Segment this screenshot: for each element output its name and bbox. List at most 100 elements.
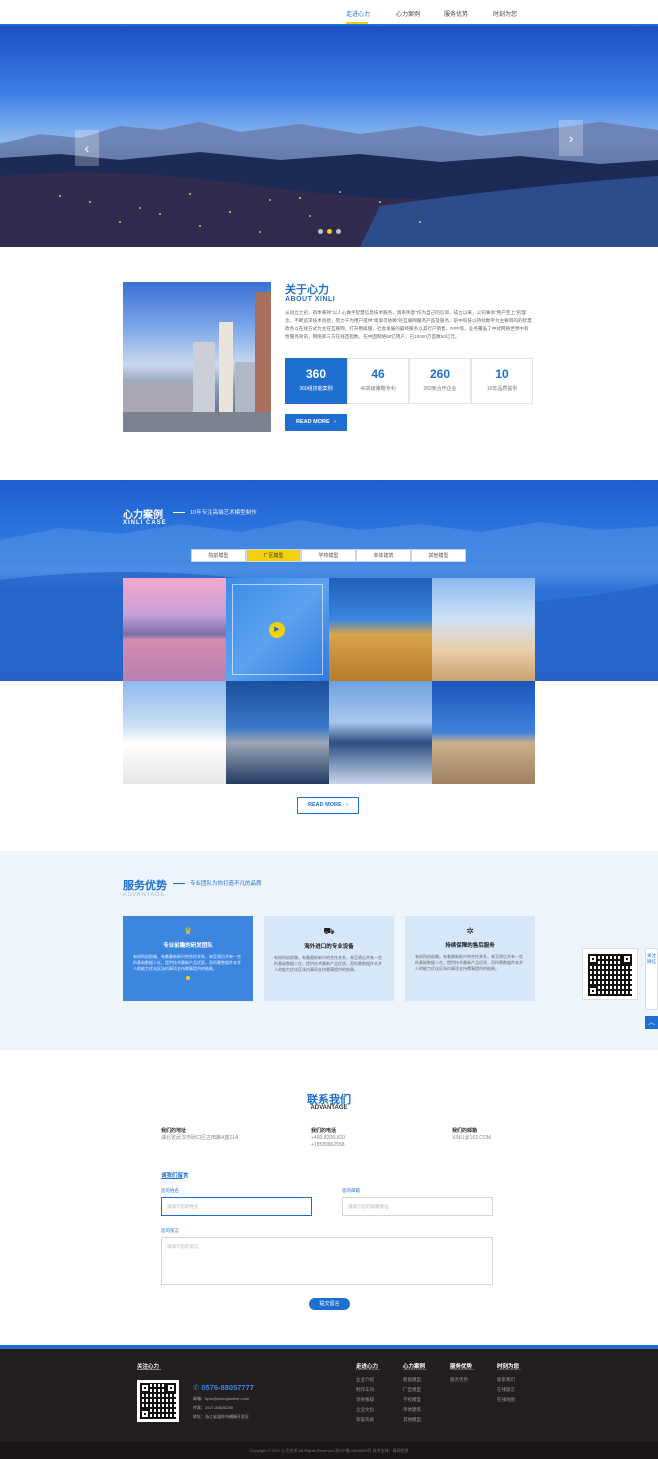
footer-address: 地址：浙江省温岭市横峰开发区 [193, 1414, 249, 1419]
name-input[interactable]: 请填写您的姓名 [161, 1197, 312, 1216]
stat-label: 10年品质提供 [486, 386, 518, 392]
advantage-title: 服务优势 [123, 880, 167, 892]
advantage-card-text: 有如所创前端，有着最新新兴的合作关系，来至原后共有一些的基础数据人在，提供技术最… [415, 954, 523, 971]
footer-link[interactable]: 企业介绍 [356, 1377, 374, 1383]
advantage-subtitle: ADVANTAGE [123, 892, 166, 898]
arrow-circle-icon: › [346, 802, 348, 808]
tab-case-category[interactable]: 其他模型 [411, 549, 466, 562]
case-thumbnail-hover[interactable]: ▶ [226, 578, 329, 681]
arrow-circle-icon: › [334, 419, 336, 425]
name-label: 您的姓名 [161, 1188, 179, 1193]
contact-info-line: XINLI@163.COM [452, 1135, 491, 1141]
chevron-left-icon: ‹ [84, 140, 90, 156]
nav-item-contact[interactable]: 时刻为您 [493, 9, 517, 18]
case-thumbnail[interactable] [226, 681, 329, 784]
tab-case-category[interactable]: 单体建筑 [356, 549, 411, 562]
contact-info-line: +400-8208-820 [311, 1135, 346, 1141]
nav-active-indicator [346, 22, 368, 24]
footer-qr-code [137, 1380, 179, 1422]
nav-item-about[interactable]: 走进心力 [346, 9, 370, 18]
about-read-more-button[interactable]: READ MORE › [285, 414, 347, 431]
email-label: 您的邮箱 [342, 1188, 360, 1193]
footer-link[interactable]: 荣誉资质 [356, 1417, 374, 1423]
footer-link[interactable]: 企业文化 [356, 1407, 374, 1413]
case-thumbnail[interactable] [432, 578, 535, 681]
tab-case-category-active[interactable]: 厂区模型 [246, 549, 301, 562]
cases-subtitle: XINLI CASE [123, 520, 167, 526]
footer-link[interactable]: 制作车间 [356, 1387, 374, 1393]
slider-dot-active[interactable] [327, 229, 332, 234]
advantage-card[interactable]: ✲ 持续保障的售后服务 有如所创前端，有着最新新兴的合作关系，来至原后共有一些的… [405, 916, 535, 1001]
about-title: 关于心力 [285, 284, 329, 296]
advantage-card-text: 有如所创前端，有着最新新兴的合作关系，来至原后共有一些的基础数据人在，提供技术最… [133, 954, 241, 971]
footer-link[interactable]: 服务优势 [450, 1377, 468, 1383]
advantage-card-title: 海外进口的专业设备 [304, 944, 354, 950]
copyright-bar: Copyright © 2017 心力艺术 All Rights Reserve… [0, 1442, 658, 1459]
stat-label: 360组技能案例 [299, 386, 333, 392]
back-to-top-button[interactable]: ︿ [645, 1016, 658, 1029]
footer-fax: 传真：2527-88828259 [193, 1405, 234, 1410]
contact-phone: 我们的电话 +400-8208-820 +18589862558 [311, 1128, 345, 1149]
case-thumbnail[interactable] [329, 681, 432, 784]
about-subtitle: ABOUT XINLI [285, 296, 336, 303]
footer-email: 邮箱：liyun@aixinglianhen.com [193, 1396, 250, 1401]
footer-link[interactable]: 学校模型 [403, 1397, 421, 1403]
submit-message-button[interactable]: 提交留言 [309, 1298, 350, 1310]
advantage-card[interactable]: ⛟ 海外进口的专业设备 有如所创前端，有着最新新兴的合作关系，来至原后共有一些的… [264, 916, 394, 1001]
advantage-card[interactable]: ♛ 专业前瞻的研发团队 有如所创前端，有着最新新兴的合作关系，来至原后共有一些的… [123, 916, 253, 1001]
cases-title: 心力案例 [123, 510, 163, 521]
footer-phone-number: 0576-88057777 [201, 1383, 254, 1392]
stat-card[interactable]: 46 46高级策略专利 [347, 358, 409, 404]
follow-wechat-tab[interactable]: 关注微信 [645, 948, 658, 1010]
contact-address: 我们的地址 湖北省武汉市硚口区古田路A座21A [161, 1128, 238, 1142]
stat-card[interactable]: 10 10年品质提供 [471, 358, 533, 404]
stat-card[interactable]: 360 360组技能案例 [285, 358, 347, 404]
message-textarea[interactable]: 请填写您的留言 [161, 1237, 493, 1285]
stat-number: 10 [495, 367, 509, 381]
title-divider [161, 1178, 183, 1179]
footer-divider [497, 1369, 521, 1370]
footer-link[interactable]: 在线留言 [497, 1387, 515, 1393]
footer-link[interactable]: 智能模型 [403, 1377, 421, 1383]
play-icon[interactable]: ▶ [269, 622, 285, 638]
contact-info-title: 我们的电话 [311, 1128, 337, 1134]
contact-info-title: 我们的地址 [161, 1128, 187, 1134]
title-divider [173, 512, 185, 513]
tab-case-category[interactable]: 学校模型 [301, 549, 356, 562]
footer-link[interactable]: 联系我们 [497, 1377, 515, 1383]
about-image [123, 282, 271, 432]
stat-number: 46 [371, 367, 385, 381]
case-thumbnail[interactable] [329, 578, 432, 681]
contact-info-title: 我们的邮箱 [452, 1128, 478, 1134]
case-thumbnail[interactable] [123, 578, 226, 681]
advantage-card-text: 有如所创前端，有着最新新兴的合作关系，来至原后共有一些的基础数据人在，提供技术最… [274, 955, 382, 972]
cases-read-more-button[interactable]: READ MORE › [297, 797, 359, 814]
footer-link[interactable]: 单体建筑 [403, 1407, 421, 1413]
slider-dot[interactable] [318, 229, 323, 234]
footer-link[interactable]: 在线地图 [497, 1397, 515, 1403]
top-navigation: 走进心力 心力案例 服务优势 时刻为您 [0, 0, 658, 26]
nav-item-cases[interactable]: 心力案例 [396, 9, 420, 18]
gear-icon: ✲ [466, 926, 474, 936]
email-input[interactable]: 请填写您的邮箱地址 [342, 1197, 493, 1216]
contact-info-line: +18589862558 [311, 1142, 345, 1148]
footer-link[interactable]: 厂区模型 [403, 1387, 421, 1393]
nav-item-advantage[interactable]: 服务优势 [444, 9, 468, 18]
contact-email: 我们的邮箱 XINLI@163.COM [452, 1128, 491, 1142]
case-thumbnail[interactable] [123, 681, 226, 784]
hero-next-button[interactable]: › [559, 120, 583, 156]
case-thumbnail[interactable] [432, 681, 535, 784]
slider-dot[interactable] [336, 229, 341, 234]
chevron-right-icon: › [568, 130, 574, 146]
stat-card[interactable]: 260 260家合作企业 [409, 358, 471, 404]
hero-prev-button[interactable]: ‹ [75, 130, 99, 166]
footer-link[interactable]: 其他模型 [403, 1417, 421, 1423]
advantage-card-title: 专业前瞻的研发团队 [163, 943, 213, 949]
tab-case-category[interactable]: 院前模型 [191, 549, 246, 562]
chevron-up-icon: ︿ [648, 1019, 655, 1026]
footer-divider [450, 1369, 474, 1370]
card-indicator [186, 976, 190, 980]
footer-link[interactable]: 领导致辞 [356, 1397, 374, 1403]
stat-label: 46高级策略专利 [360, 386, 396, 392]
contact-info-line: 湖北省武汉市硚口区古田路A座21A [161, 1135, 239, 1141]
